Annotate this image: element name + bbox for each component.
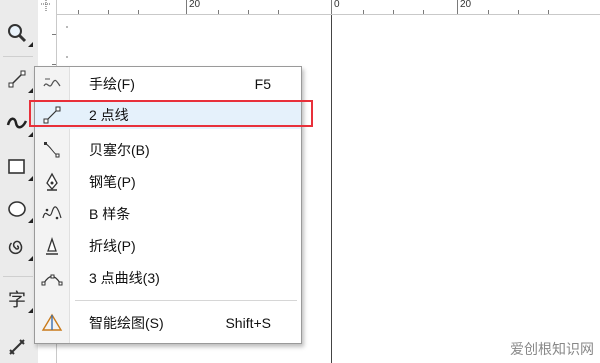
menu-item-three-point-curve[interactable]: 3 点曲线(3) [35, 262, 301, 294]
flyout-indicator-icon [28, 256, 33, 261]
grid-dot [66, 26, 68, 28]
ruler-tick [548, 10, 549, 14]
menu-item-label: 智能绘图(S) [89, 315, 164, 331]
curve-tool[interactable] [2, 108, 33, 138]
flyout-indicator-icon [28, 308, 33, 313]
magnifier-icon [8, 24, 27, 43]
ruler-tick [278, 10, 279, 14]
text-icon: 字 [8, 290, 26, 311]
ruler-tick [52, 64, 56, 65]
page-border [331, 15, 332, 363]
menu-item-freehand[interactable]: 手绘(F) F5 [35, 68, 301, 100]
zoom-tool[interactable] [2, 18, 33, 48]
menu-item-shortcut: F5 [254, 76, 271, 92]
ruler-origin-corner[interactable] [38, 0, 57, 15]
ruler-tick [518, 10, 519, 14]
three-point-curve-icon [35, 262, 69, 294]
line-tool[interactable] [2, 64, 33, 94]
menu-item-label: 贝塞尔(B) [89, 142, 150, 158]
grid-dot [66, 56, 68, 58]
menu-item-label: 折线(P) [89, 238, 136, 254]
menu-item-smart-drawing[interactable]: 智能绘图(S) Shift+S [35, 307, 301, 339]
flyout-indicator-icon [28, 218, 33, 223]
flyout-indicator-icon [28, 176, 33, 181]
spiral-curve-icon [6, 117, 28, 129]
ruler-tick [138, 10, 139, 14]
ruler-tick [218, 10, 219, 14]
ruler-tick [248, 10, 249, 14]
menu-item-pen[interactable]: 钢笔(P) [35, 166, 301, 198]
menu-item-shortcut: Shift+S [225, 315, 271, 331]
dimension-tool[interactable] [2, 332, 32, 362]
annotation-highlight-box [29, 100, 313, 127]
menu-item-label: 钢笔(P) [89, 174, 136, 190]
watermark: 爱创根知识网 [510, 342, 594, 358]
menu-item-bezier[interactable]: 贝塞尔(B) [35, 134, 301, 166]
flyout-indicator-icon [28, 132, 33, 137]
spiral-tool[interactable] [2, 232, 33, 262]
menu-item-polyline[interactable]: 折线(P) [35, 230, 301, 262]
ruler-tick [331, 0, 332, 14]
ruler-label: 0 [334, 0, 340, 10]
smart-drawing-icon [35, 307, 69, 339]
menu-item-label: B 样条 [89, 206, 131, 222]
ruler-tick [363, 10, 364, 14]
ruler-tick [186, 0, 187, 14]
ellipse-icon [8, 201, 26, 217]
ruler-label: 20 [460, 0, 472, 10]
pen-nib-icon [35, 166, 69, 198]
freehand-icon [35, 68, 69, 100]
rectangle-tool[interactable] [2, 152, 33, 182]
dimension-icon [9, 339, 25, 355]
menu-separator [75, 300, 297, 301]
menu-item-b-spline[interactable]: B 样条 [35, 198, 301, 230]
menu-item-label: 手绘(F) [89, 76, 135, 92]
ruler-tick [108, 10, 109, 14]
flyout-indicator-icon [28, 88, 33, 93]
menu-item-label: 3 点曲线(3) [89, 270, 160, 286]
ruler-tick [457, 0, 458, 14]
ruler-label: 20 [189, 0, 201, 10]
spiral-icon [8, 240, 23, 255]
polyline-icon [35, 230, 69, 262]
ruler-tick [78, 10, 79, 14]
b-spline-icon [35, 198, 69, 230]
ruler-tick [423, 10, 424, 14]
ellipse-tool[interactable] [2, 194, 33, 224]
flyout-indicator-icon [28, 42, 33, 47]
text-tool[interactable]: 字 [2, 284, 33, 314]
ruler-tick [488, 10, 489, 14]
rectangle-icon [8, 159, 25, 174]
horizontal-ruler: 20 0 20 [38, 0, 600, 15]
toolbox-divider [3, 276, 33, 277]
ruler-tick [393, 10, 394, 14]
crosshair-icon [41, 0, 51, 12]
toolbox-divider [3, 56, 33, 57]
ruler-tick [52, 34, 56, 35]
bezier-icon [35, 134, 69, 166]
two-point-line-icon [8, 70, 26, 88]
